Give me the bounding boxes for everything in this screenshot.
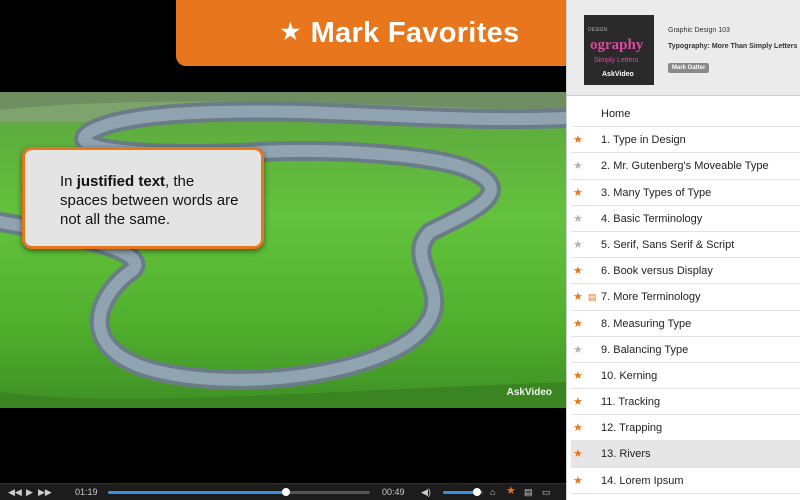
favorite-star-filled-icon[interactable]: ★	[573, 415, 583, 441]
favorite-star-empty-icon[interactable]: ★	[573, 206, 583, 232]
volume-fill	[443, 491, 477, 494]
chapter-label: 1. Type in Design	[601, 134, 686, 147]
chapter-list: Home ★ 1. Type in Design ★ 2. Mr. Gutenberg'…	[571, 101, 800, 494]
chapter-item[interactable]: ★ 13. Rivers	[571, 441, 800, 468]
fullscreen-icon[interactable]: ▭	[542, 486, 551, 498]
callout-bold-term: justified text	[76, 173, 166, 190]
chapter-item[interactable]: ★ 6. Book versus Display	[571, 258, 800, 285]
course-header: DESIGN ography Simply Letters AskVideo G…	[567, 0, 800, 96]
favorite-star-filled-icon[interactable]: ★	[573, 284, 583, 310]
river-landscape-image	[0, 92, 566, 408]
chapter-label: 12. Trapping	[601, 422, 663, 435]
chapter-label: 11. Tracking	[601, 396, 661, 409]
favorite-star-empty-icon[interactable]: ★	[573, 153, 583, 179]
thumb-title: ography	[590, 37, 644, 53]
chapter-item[interactable]: ★ 14. Lorem Ipsum	[571, 468, 800, 494]
favorite-star-filled-icon[interactable]: ★	[573, 127, 583, 153]
mark-favorites-banner: ★ Mark Favorites	[176, 0, 624, 66]
chapter-label: 3. Many Types of Type	[601, 186, 712, 199]
star-icon: ★	[280, 19, 301, 44]
chapter-item[interactable]: ★ ▤ 7. More Terminology	[571, 284, 800, 311]
play-icon[interactable]: ▶	[26, 486, 33, 498]
callout-prefix: In	[60, 173, 77, 190]
chapter-label: 9. Balancing Type	[601, 343, 689, 356]
thumb-brand: AskVideo	[602, 71, 634, 78]
video-frame[interactable]: AskVideo	[0, 92, 566, 408]
favorite-star-filled-icon[interactable]: ★	[573, 363, 583, 389]
notes-icon[interactable]: ▤	[524, 486, 533, 498]
chapter-item[interactable]: ★ 3. Many Types of Type	[571, 180, 800, 206]
remaining-time: 00:49	[382, 487, 405, 497]
progress-fill	[108, 491, 287, 494]
home-icon[interactable]: ⌂	[490, 486, 495, 498]
annotation-callout: In justified text, the spaces between wo…	[22, 147, 264, 249]
chapter-label: 10. Kerning	[601, 369, 658, 382]
progress-scrubber[interactable]	[282, 488, 291, 496]
chapter-label: 2. Mr. Gutenberg's Moveable Type	[601, 160, 769, 173]
course-thumbnail: DESIGN ography Simply Letters AskVideo	[584, 15, 654, 85]
fast-forward-icon[interactable]: ▶▶	[38, 486, 52, 498]
volume-icon[interactable]: ◀)	[421, 486, 431, 498]
chapter-item-home[interactable]: Home	[571, 101, 800, 128]
video-player[interactable]: AskVideo In justified text, the spaces b…	[0, 0, 566, 483]
favorite-star-empty-icon[interactable]: ★	[573, 337, 583, 363]
chapter-item[interactable]: ★ 9. Balancing Type	[571, 337, 800, 363]
chapter-label: 6. Book versus Display	[601, 265, 713, 278]
favorite-star-filled-icon[interactable]: ★	[573, 441, 583, 467]
favorite-star-filled-icon[interactable]: ★	[573, 468, 583, 494]
chapter-label: Home	[601, 108, 631, 120]
author-badge: Mark Gatter	[668, 63, 710, 73]
chapter-item[interactable]: ★ 2. Mr. Gutenberg's Moveable Type	[571, 153, 800, 180]
chapter-label: 8. Measuring Type	[601, 317, 692, 330]
app-window: AskVideo In justified text, the spaces b…	[0, 0, 800, 500]
chapter-item[interactable]: ★ 4. Basic Terminology	[571, 206, 800, 232]
elapsed-time: 01:19	[75, 487, 98, 497]
chapter-item[interactable]: ★ 11. Tracking	[571, 389, 800, 416]
chapter-label: 14. Lorem Ipsum	[601, 474, 684, 487]
chapter-item[interactable]: ★ 8. Measuring Type	[571, 311, 800, 337]
chapter-item[interactable]: ★ 5. Serif, Sans Serif & Script	[571, 232, 800, 259]
banner-title: Mark Favorites	[310, 16, 520, 49]
chapter-label: 5. Serif, Sans Serif & Script	[601, 238, 735, 251]
volume-knob[interactable]	[473, 488, 481, 496]
chapter-label: 4. Basic Terminology	[601, 212, 703, 225]
chapter-label: 7. More Terminology	[601, 291, 701, 304]
player-control-bar: ◀◀ ▶ ▶▶ 01:19 00:49 ◀) ⌂ ★ ▤ ▭	[0, 483, 566, 500]
course-title: Graphic Design 103	[668, 27, 730, 34]
chapter-item[interactable]: ★ 12. Trapping	[571, 415, 800, 442]
thumb-subtitle: Simply Letters	[594, 57, 639, 64]
chapter-item[interactable]: ★ 1. Type in Design	[571, 127, 800, 154]
favorite-star-icon[interactable]: ★	[506, 485, 516, 497]
favorite-star-empty-icon[interactable]: ★	[573, 232, 583, 258]
chapter-sidebar: DESIGN ography Simply Letters AskVideo G…	[566, 0, 800, 500]
chapter-label: 13. Rivers	[601, 448, 651, 461]
favorite-star-filled-icon[interactable]: ★	[573, 180, 583, 206]
favorite-star-filled-icon[interactable]: ★	[573, 258, 583, 284]
thumb-small-text: DESIGN	[588, 27, 608, 33]
note-document-icon[interactable]: ▤	[588, 284, 597, 310]
askvideo-watermark: AskVideo	[506, 387, 552, 398]
favorite-star-filled-icon[interactable]: ★	[573, 311, 583, 337]
chapter-item[interactable]: ★ 10. Kerning	[571, 363, 800, 390]
course-subtitle: Typography: More Than Simply Letters	[668, 43, 798, 50]
rewind-icon[interactable]: ◀◀	[8, 486, 22, 498]
favorite-star-filled-icon[interactable]: ★	[573, 389, 583, 415]
